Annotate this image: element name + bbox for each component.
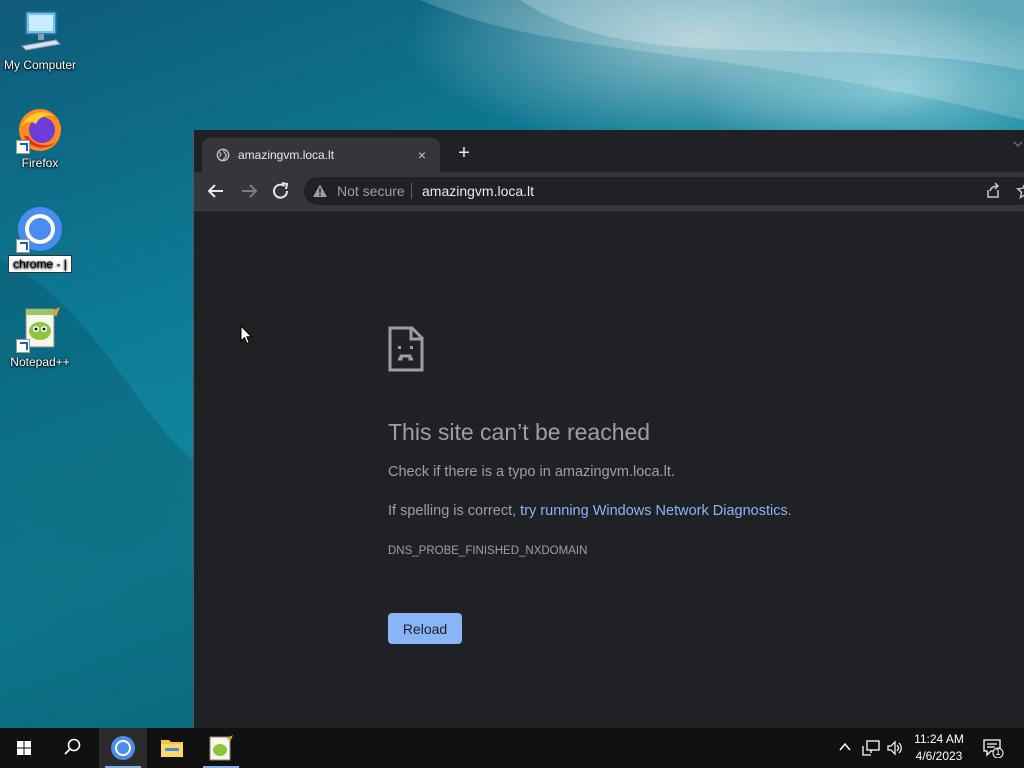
url-text[interactable]: amazingvm.loca.lt [422, 183, 534, 199]
address-separator [411, 183, 412, 199]
security-label[interactable]: Not secure [337, 183, 405, 199]
shortcut-arrow-icon [16, 140, 30, 154]
back-arrow-icon[interactable] [204, 180, 228, 202]
notification-count: 1 [995, 747, 1001, 757]
desktop-icon-label: Notepad++ [10, 355, 70, 369]
tab-strip: amazingvm.loca.lt × + [194, 130, 1024, 172]
firefox-icon [16, 106, 64, 154]
sad-page-icon [388, 326, 424, 372]
action-center-button[interactable]: 1 [982, 738, 1004, 759]
network-icon[interactable] [862, 740, 880, 756]
error-code: DNS_PROBE_FINISHED_NXDOMAIN [388, 545, 588, 557]
error-hint-prefix: If spelling is correct, [388, 503, 521, 519]
chevron-up-icon[interactable] [838, 740, 852, 754]
desktop-icon-my-computer[interactable]: My Computer [0, 8, 80, 72]
rename-textbox[interactable]: chrome - | [8, 255, 72, 273]
new-tab-button[interactable]: + [454, 143, 474, 164]
shortcut-arrow-icon [16, 339, 30, 353]
globe-icon [216, 148, 230, 162]
notepadpp-icon [209, 735, 233, 761]
warning-icon[interactable] [312, 183, 328, 199]
search-button[interactable] [48, 728, 96, 768]
start-button[interactable] [0, 728, 48, 768]
folder-icon [161, 740, 183, 757]
mouse-cursor-icon [240, 325, 253, 345]
error-title: This site can’t be reached [388, 419, 651, 445]
desktop-icon-firefox[interactable]: Firefox [0, 106, 80, 170]
forward-arrow-icon[interactable] [237, 180, 261, 202]
address-bar[interactable]: Not secure amazingvm.loca.lt [304, 177, 1024, 205]
browser-toolbar: Not secure amazingvm.loca.lt [194, 172, 1024, 210]
tab-title: amazingvm.loca.lt [238, 148, 335, 162]
taskbar-file-explorer[interactable] [148, 728, 196, 768]
desktop-icon-chrome[interactable]: chrome - | [0, 205, 80, 273]
volume-icon[interactable] [886, 740, 904, 756]
reload-icon[interactable] [269, 180, 293, 202]
network-diagnostics-link[interactable]: try running Windows Network Diagnostics [520, 503, 788, 519]
chrome-icon [16, 205, 64, 253]
share-icon[interactable] [984, 182, 1002, 200]
taskbar: 11:24 AM 4/6/2023 1 [0, 728, 1024, 768]
taskbar-notepadpp[interactable] [197, 728, 245, 768]
bookmark-star-icon[interactable] [1016, 182, 1024, 200]
page-content: This site can’t be reached Check if ther… [194, 210, 1024, 729]
desktop-icon-label: My Computer [3, 58, 77, 72]
clock-time: 11:24 AM [914, 732, 964, 746]
error-hint-suffix: . [787, 503, 792, 519]
error-hint-diagnostics: If spelling is correct, try running Wind… [388, 503, 792, 519]
clock-date: 4/6/2023 [915, 749, 963, 763]
error-hint-typo: Check if there is a typo in amazingvm.lo… [388, 464, 675, 480]
notepadpp-icon [16, 305, 64, 353]
close-tab-button[interactable]: × [414, 147, 430, 163]
shortcut-arrow-icon [16, 239, 30, 253]
reload-button[interactable]: Reload [388, 613, 462, 644]
search-icon [64, 738, 81, 755]
desktop-icon-notepadpp[interactable]: Notepad++ [0, 305, 80, 369]
system-clock[interactable]: 11:24 AM 4/6/2023 [908, 731, 970, 765]
chrome-window: amazingvm.loca.lt × + Not secure amazing… [193, 130, 1024, 729]
tab-amazingvm[interactable]: amazingvm.loca.lt × [202, 138, 440, 172]
computer-icon [16, 8, 64, 56]
taskbar-chrome[interactable] [99, 728, 147, 768]
chrome-icon [111, 736, 135, 760]
minimize-icon[interactable] [1013, 138, 1023, 152]
desktop-icon-label: Firefox [21, 156, 59, 170]
windows-logo-icon [17, 741, 31, 755]
